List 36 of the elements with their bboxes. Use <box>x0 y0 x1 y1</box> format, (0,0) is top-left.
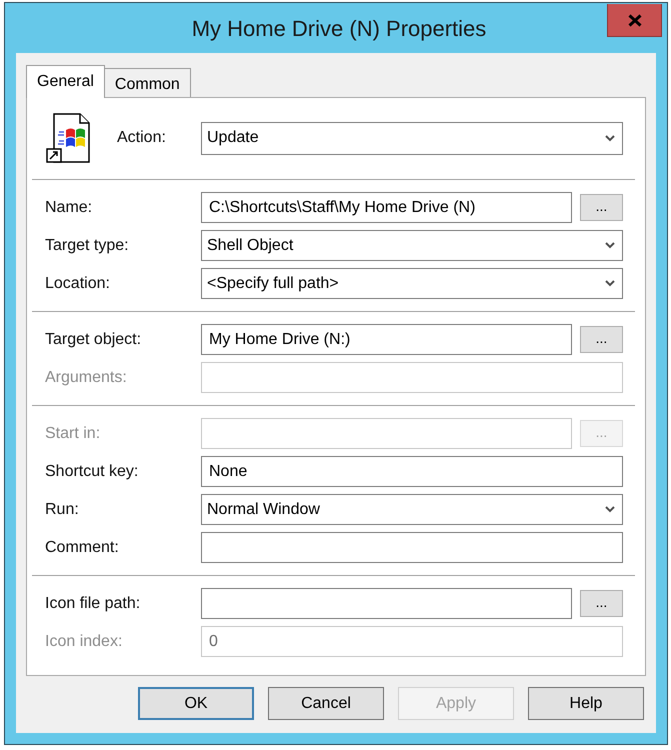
field-label: Start in: <box>45 424 102 442</box>
text-field[interactable]: C:\Shortcuts\Staff\My Home Drive (N) <box>201 192 572 223</box>
dropdown[interactable]: Shell Object <box>201 230 623 261</box>
field-label: Location: <box>45 274 111 292</box>
close-button[interactable] <box>607 4 662 37</box>
window-title: My Home Drive (N) Properties <box>192 14 486 42</box>
dropdown[interactable]: Update <box>201 122 623 154</box>
browse-button[interactable]: ... <box>580 194 623 221</box>
field-label: Shortcut key: <box>45 462 140 480</box>
dialog-button[interactable]: Help <box>528 687 644 720</box>
text-field[interactable]: My Home Drive (N:) <box>201 324 572 355</box>
tab[interactable]: General <box>26 65 105 98</box>
field-label: Target type: <box>45 236 130 254</box>
text-field[interactable]: None <box>201 456 623 487</box>
caret-icon <box>605 506 615 513</box>
dropdown[interactable]: Normal Window <box>201 494 623 525</box>
dialog-button[interactable]: Cancel <box>268 687 384 720</box>
field-label: Run: <box>45 500 80 518</box>
dialog-button[interactable]: OK <box>138 687 254 720</box>
field-label: Icon file path: <box>45 594 142 612</box>
tab[interactable]: Common <box>104 68 191 97</box>
dropdown[interactable]: <Specify full path> <box>201 268 623 299</box>
caret-icon <box>605 242 615 249</box>
browse-button[interactable]: ... <box>580 590 623 617</box>
field-label: Arguments: <box>45 368 128 386</box>
field-label: Target object: <box>45 330 142 348</box>
caret-icon <box>605 280 615 287</box>
field-label: Icon index: <box>45 632 124 650</box>
text-field[interactable] <box>201 532 623 563</box>
field-label: Comment: <box>45 538 120 556</box>
text-field[interactable] <box>201 588 572 619</box>
field-label: Name: <box>45 198 94 216</box>
caret-icon <box>605 134 615 142</box>
browse-button[interactable]: ... <box>580 326 623 353</box>
close-icon <box>628 14 642 26</box>
field-label: Action: <box>117 129 166 147</box>
